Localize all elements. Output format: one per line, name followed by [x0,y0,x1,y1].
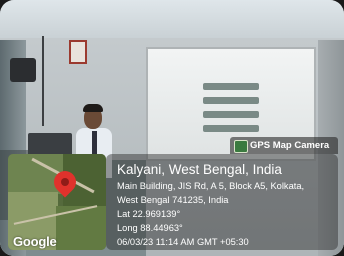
longitude: Long 88.44963° [117,223,183,233]
timestamp: 06/03/23 11:14 AM GMT +05:30 [117,237,249,247]
address-line-2: West Bengal 741235, India [117,195,229,205]
latitude: Lat 22.969139° [117,209,181,219]
map-pin-dot [61,178,69,186]
gps-map-camera-badge: GPS Map Camera [230,137,338,154]
slide-item [203,83,259,90]
speaker [10,58,36,82]
address-line-1: Main Building, JIS Rd, A 5, Block A5, Ko… [117,181,305,191]
photo-frame: Google GPS Map Camera Kalyani, West Beng… [0,0,344,256]
wall-wire [42,36,44,126]
location-title: Kalyani, West Bengal, India [117,162,282,177]
presenter-hair [83,104,103,112]
badge-label: GPS Map Camera [250,140,330,151]
ceiling [0,0,344,38]
slide-item [203,125,259,132]
wall-notice [69,40,87,64]
gps-map-camera-icon [234,140,248,153]
google-logo: Google [13,234,57,249]
slide-item [203,111,259,118]
slide-item [203,97,259,104]
